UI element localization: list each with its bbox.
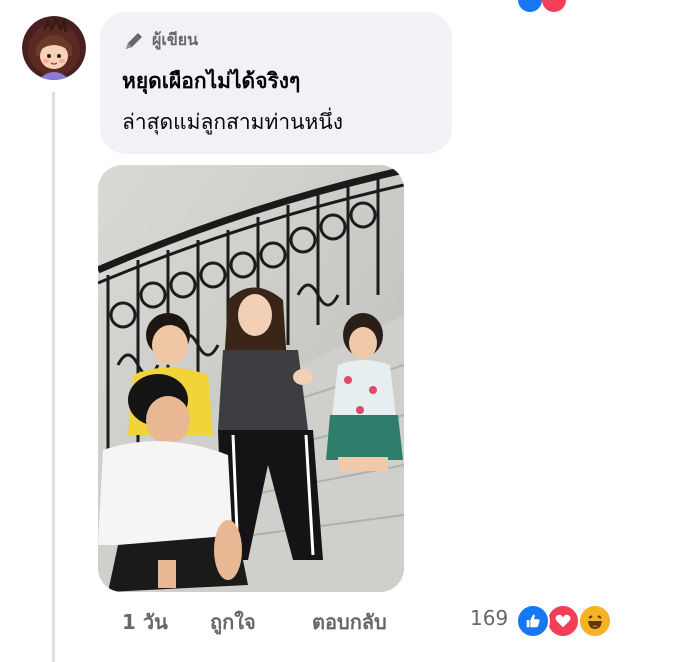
pen-icon — [122, 29, 146, 53]
comment-bubble: ผู้เขียน หยุดเผือกไม่ได้จริงๆ ล่าสุดแม่ล… — [100, 12, 452, 154]
haha-icon[interactable] — [578, 604, 612, 638]
love-icon — [542, 0, 567, 12]
comment-actions: 1 วัน ถูกใจ ตอบกลับ 169 — [0, 604, 700, 640]
photo-illustration — [98, 165, 404, 592]
author-badge-label: ผู้เขียน — [152, 30, 199, 49]
comment-photo[interactable] — [98, 165, 404, 592]
like-button[interactable]: ถูกใจ — [210, 606, 256, 638]
comment-text-line-1: หยุดเผือกไม่ได้จริงๆ — [122, 69, 301, 93]
avatar[interactable] — [22, 16, 86, 80]
avatar-illustration — [22, 16, 86, 80]
reaction-count[interactable]: 169 — [470, 606, 508, 630]
comment-text-line-2: ล่าสุดแม่ลูกสามท่านหนึ่ง — [122, 110, 343, 134]
like-icon — [518, 0, 542, 12]
author-badge: ผู้เขียน — [122, 28, 432, 53]
timestamp-link[interactable]: 1 วัน — [122, 606, 168, 638]
thread-line — [52, 92, 55, 662]
like-icon[interactable] — [516, 604, 550, 638]
love-icon[interactable] — [546, 604, 580, 638]
reply-button[interactable]: ตอบกลับ — [312, 606, 387, 638]
previous-comment-reactions[interactable] — [518, 0, 567, 16]
